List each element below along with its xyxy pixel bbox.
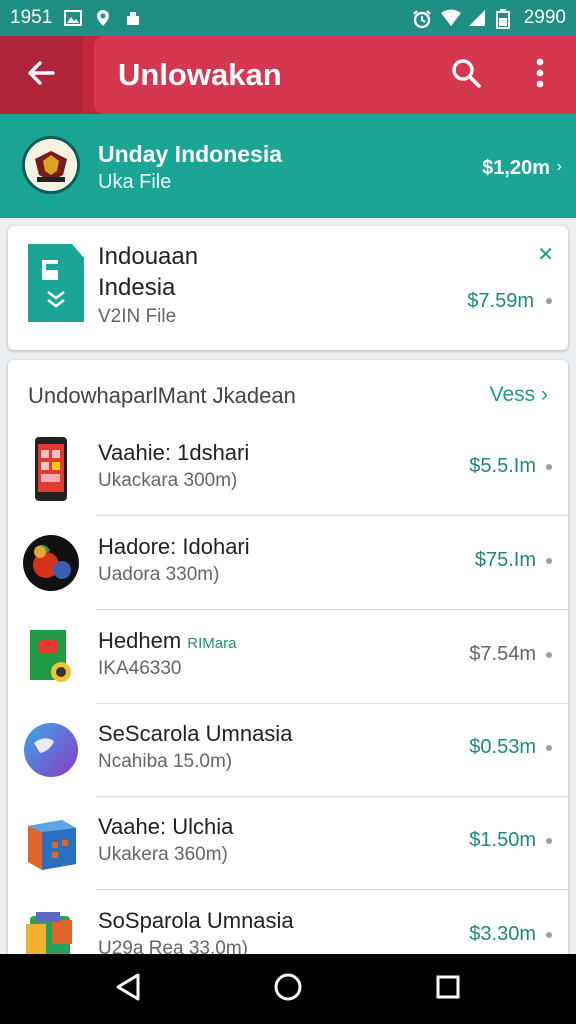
location-pin-icon — [94, 9, 112, 27]
item-price: $7.54m — [469, 643, 536, 665]
item-subtitle: Uadora 330m) — [98, 564, 220, 585]
list-item[interactable]: Hadore: Idohari Uadora 330m) $75.Im — [8, 516, 568, 610]
system-nav-bar — [0, 954, 576, 1024]
view-all-label: Vess — [489, 383, 536, 406]
dot-indicator — [546, 464, 552, 470]
item-price: $75.Im — [474, 549, 536, 571]
cell-signal-icon — [468, 9, 486, 27]
document-icon — [22, 626, 80, 688]
feature-subtitle: V2IN File — [98, 306, 177, 327]
more-vert-icon — [535, 57, 545, 94]
battery-text: 2990 — [523, 7, 566, 28]
item-name: SoSparola Umnasia — [98, 908, 294, 933]
list-header-title: UndowhaparlMant Jkadean — [28, 383, 296, 408]
item-subtitle: Ncahiba 15.0m) — [98, 751, 233, 772]
feature-card[interactable]: Indouaan Indesia V2IN File ✕ $7.59m — [8, 226, 568, 350]
item-price: $3.30m — [469, 923, 536, 945]
battery-icon — [495, 9, 514, 29]
feature-title-line2: Indesia — [98, 274, 176, 301]
arrow-back-icon — [26, 58, 56, 93]
list-item[interactable]: Vaahie: 1dshari Ukackara 300m) $5.5.Im — [8, 422, 568, 516]
status-time: 1951 — [10, 7, 53, 28]
item-tag: RIMara — [187, 635, 237, 652]
nav-recents-button[interactable] — [430, 971, 466, 1007]
feature-title-line1: Indouaan — [98, 243, 199, 270]
dot-indicator — [546, 745, 552, 751]
status-bar: 1951 2990 — [0, 0, 576, 36]
nav-home-button[interactable] — [270, 971, 306, 1007]
item-subtitle: Ukakera 360m) — [98, 844, 228, 865]
item-name: Vaahie: 1dshari — [98, 440, 250, 465]
close-icon[interactable]: ✕ — [537, 242, 554, 267]
list-item[interactable]: SeScarola Umnasia Ncahiba 15.0m) $0.53m — [8, 703, 568, 797]
emblem-icon — [22, 136, 80, 194]
item-name: SeScarola Umnasia — [98, 721, 293, 746]
banner-price: $1,20m — [482, 157, 550, 179]
back-button[interactable] — [0, 36, 82, 114]
nav-back-icon — [114, 972, 142, 1007]
item-name: Hadore: Idohari — [98, 534, 250, 559]
phone-icon — [22, 437, 80, 501]
alarm-icon — [412, 9, 431, 29]
more-options-button[interactable] — [522, 55, 558, 95]
chevron-right-icon: › — [556, 158, 562, 175]
nav-back-button[interactable] — [110, 971, 146, 1007]
view-all-link[interactable]: Vess › — [490, 383, 548, 407]
list-item[interactable]: SoSparola Umnasia U29a Rea 33.0m) $3.30m — [8, 890, 568, 960]
wifi-icon — [440, 9, 461, 27]
banner-name: Unday Indonesia — [98, 141, 283, 167]
box-icon — [22, 906, 80, 960]
featured-banner[interactable]: Unday Indonesia Uka File $1,20m › — [0, 114, 576, 218]
item-name: Vaahe: Ulchia — [98, 814, 234, 839]
screen: 1951 2990 Unlowakan Unday Indonesia Uka … — [0, 0, 576, 1024]
app-bar: Unlowakan — [0, 36, 576, 114]
file-icon — [28, 244, 84, 322]
fruit-icon — [22, 532, 80, 594]
dot-indicator — [546, 652, 552, 658]
dot-indicator — [546, 932, 552, 938]
dot-indicator — [546, 558, 552, 564]
item-name-text: Hedhem — [98, 628, 182, 653]
dot-indicator — [546, 838, 552, 844]
item-subtitle: Ukackara 300m) — [98, 470, 238, 491]
item-name: Hedhem RIMara — [98, 628, 236, 654]
page-title: Unlowakan — [118, 57, 282, 92]
dot-indicator — [546, 298, 552, 304]
item-price: $1.50m — [469, 829, 536, 851]
list-item[interactable]: Hedhem RIMara IKA46330 $7.54m — [8, 610, 568, 704]
download-list: UndowhaparlMant Jkadean Vess › Vaahie: 1… — [8, 360, 568, 960]
feature-price: $7.59m — [467, 290, 534, 312]
list-item[interactable]: Vaahe: Ulchia Ukakera 360m) $1.50m — [8, 796, 568, 890]
list-header: UndowhaparlMant Jkadean Vess › — [8, 360, 568, 426]
item-price: $5.5.Im — [469, 455, 536, 477]
nav-recents-icon — [434, 973, 462, 1006]
search-icon — [450, 57, 482, 94]
globe-icon — [22, 719, 80, 781]
item-subtitle: IKA46330 — [98, 658, 182, 679]
banner-subtitle: Uka File — [98, 171, 172, 193]
search-button[interactable] — [446, 55, 486, 95]
nav-home-icon — [273, 972, 303, 1007]
cube-icon — [22, 812, 80, 874]
gallery-icon — [64, 9, 83, 27]
item-price: $0.53m — [469, 736, 536, 758]
android-debug-icon — [124, 9, 142, 27]
